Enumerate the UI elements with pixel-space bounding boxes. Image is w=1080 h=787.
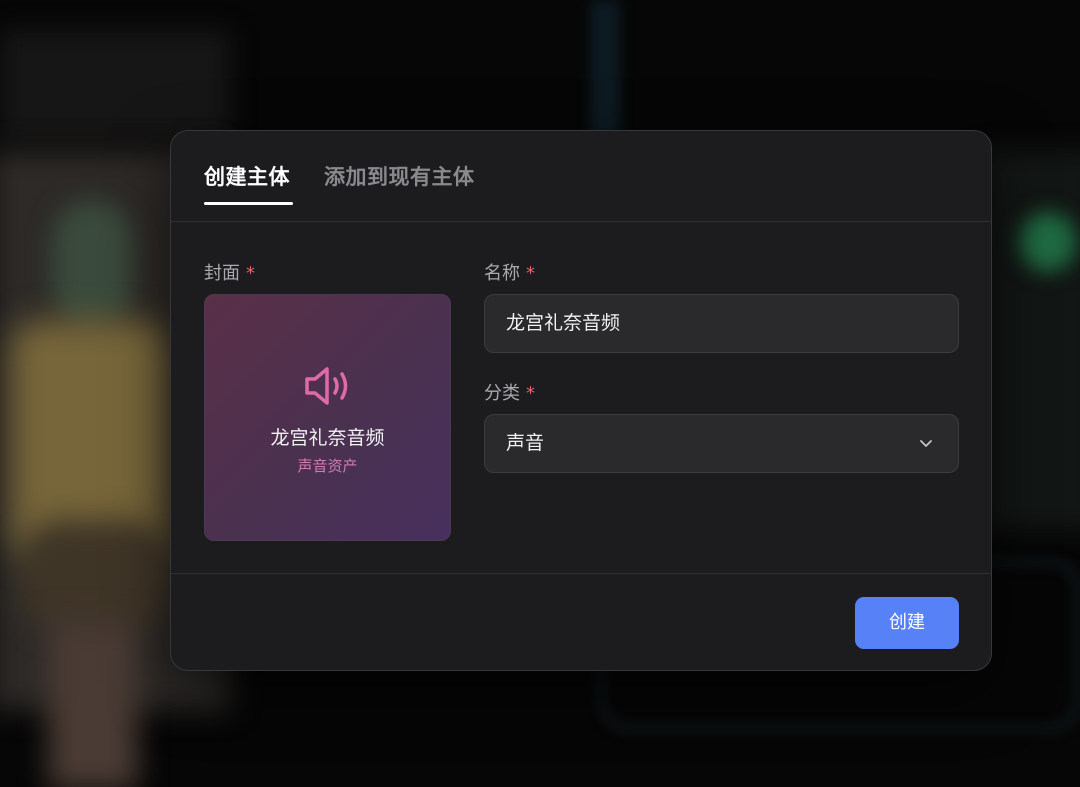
category-label-text: 分类	[484, 383, 520, 404]
cover-label: 封面 *	[204, 259, 255, 285]
tab-create-subject[interactable]: 创建主体	[204, 161, 290, 191]
chevron-down-icon	[920, 440, 932, 447]
required-mark: *	[246, 263, 255, 284]
tab-add-to-existing[interactable]: 添加到现有主体	[324, 161, 475, 191]
cover-label-text: 封面	[204, 263, 240, 284]
background-play-button	[1020, 212, 1076, 272]
speaker-icon	[305, 367, 348, 405]
background-toolbar	[0, 30, 230, 140]
category-label: 分类 *	[484, 379, 535, 405]
required-mark: *	[526, 383, 535, 404]
name-input-value: 龙宫礼奈音频	[506, 312, 621, 334]
create-subject-dialog: 创建主体 添加到现有主体 封面 * 龙宫礼奈音频 声音资产 名称 * 龙宫礼奈音频 …	[170, 130, 992, 671]
cover-title: 龙宫礼奈音频	[270, 427, 385, 449]
dialog-tabs: 创建主体 添加到现有主体	[171, 131, 991, 222]
cover-upload[interactable]: 龙宫礼奈音频 声音资产	[204, 294, 451, 541]
category-select[interactable]: 声音	[484, 414, 959, 473]
background-line	[590, 0, 620, 140]
background-figure-legs	[48, 620, 138, 787]
category-select-value: 声音	[506, 432, 545, 454]
name-label-text: 名称	[484, 263, 520, 284]
name-input[interactable]: 龙宫礼奈音频	[484, 294, 959, 353]
background-figure-skirt	[20, 520, 170, 630]
footer-divider	[171, 573, 991, 574]
active-tab-indicator	[204, 202, 293, 205]
cover-subtitle: 声音资产	[297, 457, 358, 475]
required-mark: *	[526, 263, 535, 284]
background-figure-head	[52, 200, 132, 330]
create-button[interactable]: 创建	[855, 597, 959, 649]
background-side-panel	[980, 150, 1080, 530]
name-label: 名称 *	[484, 259, 535, 285]
